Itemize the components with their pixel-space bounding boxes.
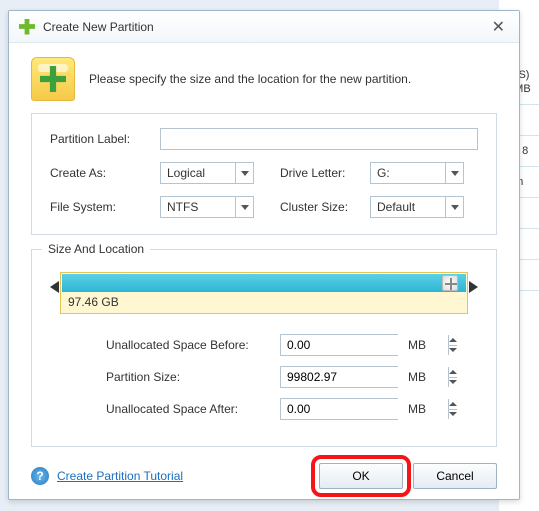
plus-icon	[19, 19, 35, 35]
cluster-size-select[interactable]: Default	[370, 196, 464, 218]
chevron-up-icon[interactable]	[449, 367, 457, 378]
window-title: Create New Partition	[43, 20, 488, 34]
chevron-down-icon	[445, 197, 463, 217]
cluster-size-label: Cluster Size:	[280, 200, 370, 214]
tutorial-link[interactable]: Create Partition Tutorial	[57, 469, 183, 483]
space-after-spinner[interactable]	[280, 398, 398, 420]
create-as-select[interactable]: Logical	[160, 162, 254, 184]
help-icon[interactable]: ?	[31, 467, 49, 485]
chevron-down-icon	[235, 197, 253, 217]
partition-settings: Partition Label: Create As: Logical Driv…	[31, 113, 497, 235]
drive-letter-label: Drive Letter:	[280, 166, 370, 180]
ok-button[interactable]: OK	[319, 463, 403, 489]
size-and-location-group: Size And Location 97.46 GB Unallocated S…	[31, 249, 497, 447]
partition-slider[interactable]: 97.46 GB	[60, 272, 468, 314]
space-before-spinner[interactable]	[280, 334, 398, 356]
space-after-label: Unallocated Space After:	[106, 402, 280, 416]
partition-size-spinner[interactable]	[280, 366, 398, 388]
size-location-legend: Size And Location	[42, 242, 150, 256]
chevron-up-icon[interactable]	[449, 399, 457, 410]
chevron-down-icon[interactable]	[449, 346, 457, 356]
dialog-footer: ? Create Partition Tutorial OK Cancel	[9, 447, 519, 501]
file-system-select[interactable]: NTFS	[160, 196, 254, 218]
partition-label-label: Partition Label:	[50, 132, 160, 146]
drive-plus-icon	[31, 57, 75, 101]
unit-label: MB	[408, 338, 426, 352]
drive-letter-select[interactable]: G:	[370, 162, 464, 184]
unit-label: MB	[408, 402, 426, 416]
chevron-down-icon[interactable]	[449, 410, 457, 420]
chevron-down-icon[interactable]	[449, 378, 457, 388]
close-icon[interactable]: ✕	[488, 17, 509, 37]
partition-label-input[interactable]	[160, 128, 478, 150]
chevron-down-icon	[445, 163, 463, 183]
create-partition-dialog: Create New Partition ✕ Please specify th…	[8, 10, 520, 500]
cancel-button[interactable]: Cancel	[413, 463, 497, 489]
chevron-up-icon[interactable]	[449, 335, 457, 346]
titlebar[interactable]: Create New Partition ✕	[9, 11, 519, 43]
slider-size-text: 97.46 GB	[62, 292, 466, 312]
intro-text: Please specify the size and the location…	[89, 72, 411, 86]
create-as-label: Create As:	[50, 166, 160, 180]
file-system-label: File System:	[50, 200, 160, 214]
chevron-down-icon	[235, 163, 253, 183]
space-before-label: Unallocated Space Before:	[106, 338, 280, 352]
intro-row: Please specify the size and the location…	[9, 43, 519, 113]
partition-size-label: Partition Size:	[106, 370, 280, 384]
unit-label: MB	[408, 370, 426, 384]
slider-handle-icon[interactable]	[442, 275, 458, 291]
